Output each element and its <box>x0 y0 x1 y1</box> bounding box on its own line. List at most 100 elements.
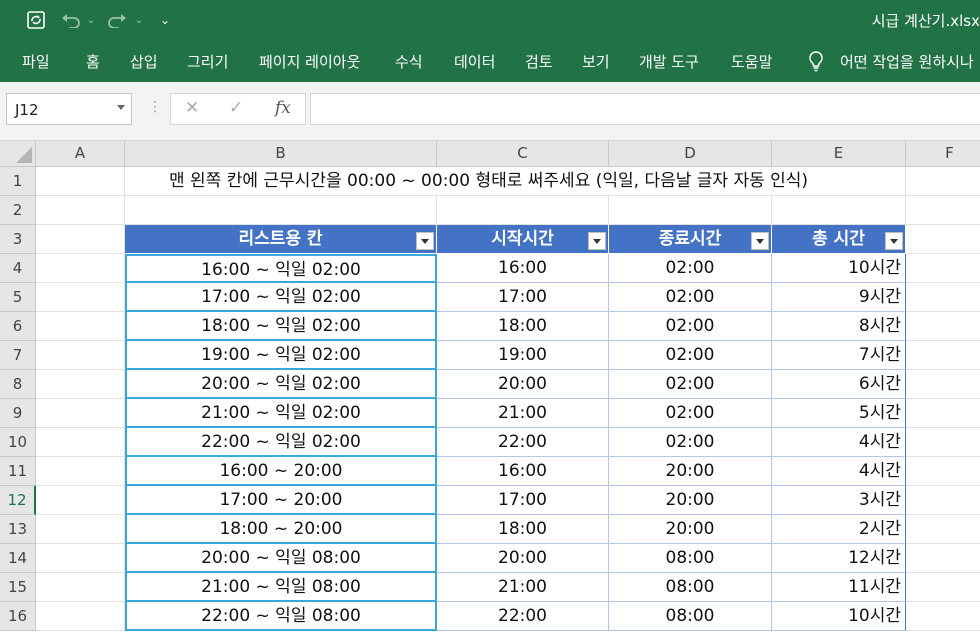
table-cell-list[interactable]: 21:00 ~ 익일 02:00 <box>125 399 437 428</box>
cell-c2[interactable] <box>437 196 609 225</box>
tab-home[interactable]: 홈 <box>86 51 100 72</box>
cell-a16[interactable] <box>36 602 125 631</box>
cell-f4[interactable] <box>906 254 980 283</box>
table-cell-total[interactable]: 12시간 <box>772 544 906 573</box>
row-header-5[interactable]: 5 <box>0 283 36 312</box>
table-cell-list[interactable]: 21:00 ~ 익일 08:00 <box>125 573 437 602</box>
row-header-16[interactable]: 16 <box>0 602 36 631</box>
cell-e2[interactable] <box>772 196 906 225</box>
table-cell-list[interactable]: 17:00 ~ 20:00 <box>125 486 437 515</box>
cell-a1[interactable] <box>36 167 125 196</box>
table-cell-total[interactable]: 10시간 <box>772 602 906 631</box>
lightbulb-icon[interactable] <box>807 50 825 76</box>
cell-a5[interactable] <box>36 283 125 312</box>
tab-insert[interactable]: 삽입 <box>130 51 158 72</box>
table-cell-list[interactable]: 20:00 ~ 익일 08:00 <box>125 544 437 573</box>
cell-f3[interactable] <box>906 225 980 254</box>
cell-d2[interactable] <box>609 196 772 225</box>
cell-a6[interactable] <box>36 312 125 341</box>
row-header-8[interactable]: 8 <box>0 370 36 399</box>
autosave-sync-icon[interactable] <box>24 8 48 32</box>
cell-f7[interactable] <box>906 341 980 370</box>
table-cell-total[interactable]: 4시간 <box>772 457 906 486</box>
table-cell-list[interactable]: 17:00 ~ 익일 02:00 <box>125 283 437 312</box>
table-cell-end[interactable]: 02:00 <box>609 254 772 283</box>
cell-f15[interactable] <box>906 573 980 602</box>
tab-review[interactable]: 검토 <box>525 51 553 72</box>
table-cell-start[interactable]: 17:00 <box>437 486 609 515</box>
table-cell-total[interactable]: 7시간 <box>772 341 906 370</box>
cell-f9[interactable] <box>906 399 980 428</box>
row-header-6[interactable]: 6 <box>0 312 36 341</box>
row-header-11[interactable]: 11 <box>0 457 36 486</box>
row-header-7[interactable]: 7 <box>0 341 36 370</box>
tell-me-search[interactable]: 어떤 작업을 원하시나 <box>840 51 974 72</box>
row-header-10[interactable]: 10 <box>0 428 36 457</box>
table-cell-total[interactable]: 6시간 <box>772 370 906 399</box>
filter-dropdown-icon[interactable] <box>588 232 606 250</box>
table-header-start[interactable]: 시작시간 <box>437 225 609 254</box>
table-cell-start[interactable]: 20:00 <box>437 544 609 573</box>
cell-a15[interactable] <box>36 573 125 602</box>
tab-view[interactable]: 보기 <box>582 51 610 72</box>
table-cell-start[interactable]: 21:00 <box>437 573 609 602</box>
row-header-3[interactable]: 3 <box>0 225 36 254</box>
table-cell-total[interactable]: 10시간 <box>772 254 906 283</box>
table-cell-end[interactable]: 08:00 <box>609 573 772 602</box>
table-cell-end[interactable]: 08:00 <box>609 602 772 631</box>
cell-f8[interactable] <box>906 370 980 399</box>
tab-help[interactable]: 도움말 <box>731 51 772 72</box>
table-header-end[interactable]: 종료시간 <box>609 225 772 254</box>
table-cell-list[interactable]: 22:00 ~ 익일 08:00 <box>125 602 437 631</box>
col-header-f[interactable]: F <box>906 141 980 167</box>
col-header-b[interactable]: B <box>125 141 437 167</box>
cell-a4[interactable] <box>36 254 125 283</box>
table-cell-start[interactable]: 18:00 <box>437 515 609 544</box>
table-cell-end[interactable]: 02:00 <box>609 341 772 370</box>
cell-a10[interactable] <box>36 428 125 457</box>
table-cell-start[interactable]: 22:00 <box>437 428 609 457</box>
table-cell-list[interactable]: 16:00 ~ 익일 02:00 <box>125 254 437 283</box>
cancel-icon[interactable]: ✕ <box>185 98 199 118</box>
undo-dropdown-icon[interactable]: ⌄ <box>86 8 96 32</box>
insert-function-icon[interactable]: fx <box>275 98 291 118</box>
row-header-4[interactable]: 4 <box>0 254 36 283</box>
customize-qat-icon[interactable]: ⌄ <box>158 8 172 32</box>
cell-f16[interactable] <box>906 602 980 631</box>
cell-f1[interactable] <box>906 167 980 196</box>
table-cell-list[interactable]: 18:00 ~ 20:00 <box>125 515 437 544</box>
cell-a2[interactable] <box>36 196 125 225</box>
table-cell-total[interactable]: 9시간 <box>772 283 906 312</box>
row-header-15[interactable]: 15 <box>0 573 36 602</box>
cell-f11[interactable] <box>906 457 980 486</box>
cell-b2[interactable] <box>125 196 437 225</box>
cell-a12[interactable] <box>36 486 125 515</box>
table-cell-start[interactable]: 22:00 <box>437 602 609 631</box>
cell-f2[interactable] <box>906 196 980 225</box>
table-cell-total[interactable]: 5시간 <box>772 399 906 428</box>
table-cell-end[interactable]: 02:00 <box>609 370 772 399</box>
table-cell-total[interactable]: 2시간 <box>772 515 906 544</box>
table-cell-start[interactable]: 17:00 <box>437 283 609 312</box>
select-all-button[interactable] <box>0 141 36 167</box>
table-cell-start[interactable]: 16:00 <box>437 254 609 283</box>
table-cell-end[interactable]: 20:00 <box>609 486 772 515</box>
filter-dropdown-icon[interactable] <box>885 232 903 250</box>
row-header-13[interactable]: 13 <box>0 515 36 544</box>
row-header-12[interactable]: 12 <box>0 486 36 515</box>
redo-dropdown-icon[interactable]: ⌄ <box>134 8 144 32</box>
filter-dropdown-icon[interactable] <box>751 232 769 250</box>
cell-a14[interactable] <box>36 544 125 573</box>
cell-f5[interactable] <box>906 283 980 312</box>
table-cell-total[interactable]: 4시간 <box>772 428 906 457</box>
tab-data[interactable]: 데이터 <box>454 51 495 72</box>
col-header-d[interactable]: D <box>609 141 772 167</box>
table-cell-total[interactable]: 3시간 <box>772 486 906 515</box>
cell-f6[interactable] <box>906 312 980 341</box>
chevron-down-icon[interactable] <box>117 105 125 110</box>
undo-icon[interactable] <box>60 8 82 32</box>
table-cell-start[interactable]: 16:00 <box>437 457 609 486</box>
table-header-total[interactable]: 총 시간 <box>772 225 906 254</box>
redo-icon[interactable] <box>106 8 128 32</box>
table-cell-list[interactable]: 18:00 ~ 익일 02:00 <box>125 312 437 341</box>
